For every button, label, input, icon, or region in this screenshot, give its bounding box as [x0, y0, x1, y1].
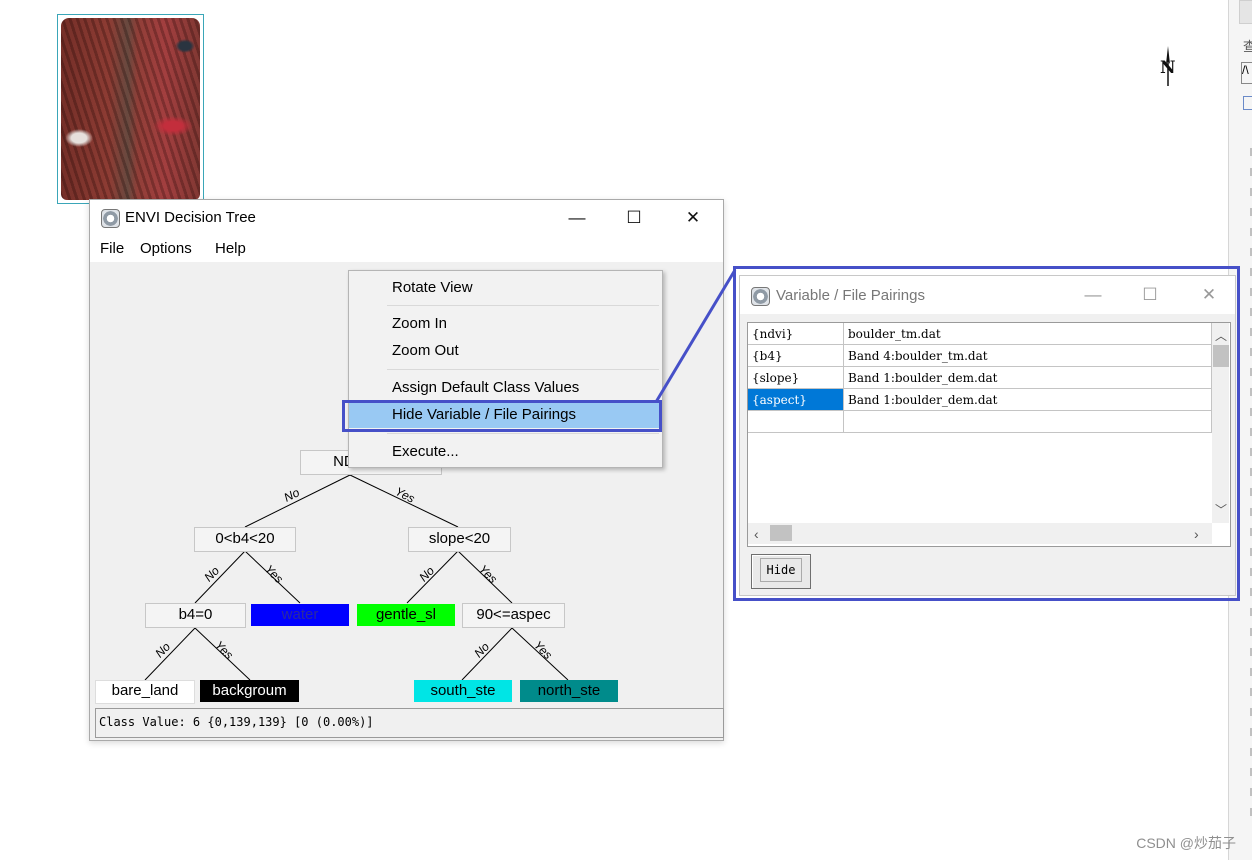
variable-file-pairings-window: Variable / File Pairings — ☐ ✕ {ndvi} bo… [739, 275, 1236, 596]
tree-node-slope[interactable]: slope<20 [408, 527, 511, 552]
horizontal-scrollbar[interactable]: ‹ › [748, 523, 1212, 544]
menu-item-execute[interactable]: Execute... [349, 439, 662, 465]
envi-app-icon [751, 287, 770, 306]
class-leaf-background[interactable]: backgroum [200, 680, 299, 702]
table-cell-variable[interactable]: {b4} [748, 345, 844, 367]
scroll-right-icon[interactable]: › [1194, 526, 1199, 542]
class-leaf-gentle-slope[interactable]: gentle_sl [357, 604, 455, 626]
scroll-up-icon[interactable]: ︿ [1215, 327, 1227, 344]
table-cell-variable[interactable] [748, 411, 844, 433]
class-leaf-bare-land[interactable]: bare_land [95, 680, 195, 704]
horizontal-scroll-thumb[interactable] [770, 525, 792, 541]
class-leaf-water[interactable]: water [251, 604, 349, 626]
context-menu: Rotate View Zoom In Zoom Out Assign Defa… [348, 270, 663, 468]
vertical-scrollbar[interactable]: ︿ ﹀ [1212, 323, 1229, 523]
table-cell-file[interactable]: Band 1:boulder_dem.dat [844, 389, 1212, 411]
tree-node-aspect[interactable]: 90<=aspec [462, 603, 565, 628]
pairings-title-bar[interactable]: Variable / File Pairings — ☐ ✕ [740, 276, 1235, 314]
maximize-button[interactable]: ☐ [1127, 276, 1173, 314]
scroll-left-icon[interactable]: ‹ [754, 526, 759, 542]
menu-separator [387, 433, 659, 434]
hide-button[interactable]: Hide [751, 554, 811, 589]
class-leaf-north-steep[interactable]: north_ste [520, 680, 618, 702]
tree-node-b4-range[interactable]: 0<b4<20 [194, 527, 296, 552]
table-cell-file[interactable]: boulder_tm.dat [844, 323, 1212, 345]
pairings-window-title: Variable / File Pairings [776, 287, 925, 304]
hide-button-label: Hide [759, 558, 803, 582]
table-cell-file[interactable]: Band 4:boulder_tm.dat [844, 345, 1212, 367]
pairings-table: {ndvi} boulder_tm.dat {b4} Band 4:boulde… [747, 322, 1231, 547]
close-button[interactable]: ✕ [1186, 276, 1232, 314]
menu-item-assign-default-class-values[interactable]: Assign Default Class Values [349, 375, 662, 401]
menu-separator [387, 369, 659, 370]
table-cell-variable-selected[interactable]: {aspect} [748, 389, 844, 411]
menu-highlight-outline [342, 400, 662, 432]
watermark: CSDN @炒茄子 [1136, 835, 1236, 851]
menu-item-zoom-in[interactable]: Zoom In [349, 311, 662, 337]
table-cell-file[interactable] [844, 411, 1212, 433]
table-cell-file[interactable]: Band 1:boulder_dem.dat [844, 367, 1212, 389]
table-cell-variable[interactable]: {slope} [748, 367, 844, 389]
menu-item-zoom-out[interactable]: Zoom Out [349, 338, 662, 364]
vertical-scroll-thumb[interactable] [1213, 345, 1229, 367]
scroll-down-icon[interactable]: ﹀ [1215, 501, 1227, 518]
tree-node-b4-zero[interactable]: b4=0 [145, 603, 246, 628]
menu-item-rotate-view[interactable]: Rotate View [349, 275, 662, 301]
minimize-button[interactable]: — [1070, 276, 1116, 314]
class-leaf-south-steep[interactable]: south_ste [414, 680, 512, 702]
table-cell-variable[interactable]: {ndvi} [748, 323, 844, 345]
menu-separator [387, 305, 659, 306]
